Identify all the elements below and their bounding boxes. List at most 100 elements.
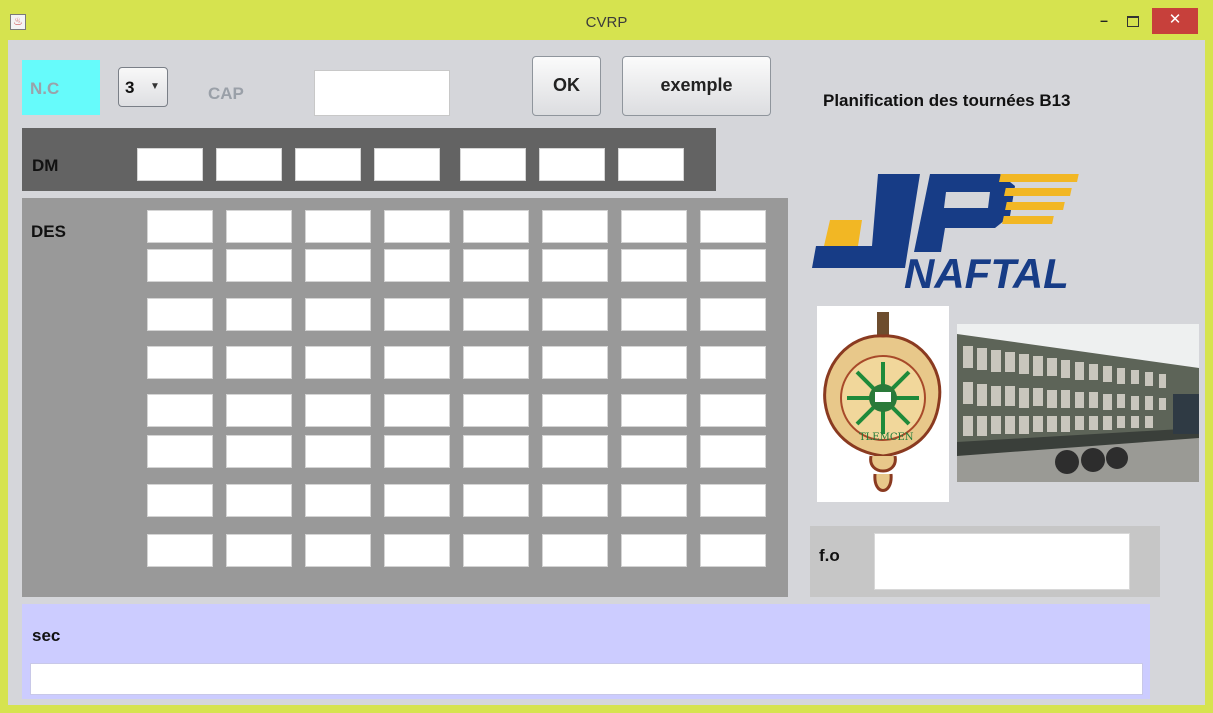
des-matrix-cell[interactable] xyxy=(305,210,371,243)
des-matrix-cell[interactable] xyxy=(621,346,687,379)
des-matrix-cell[interactable] xyxy=(621,484,687,517)
dm-field[interactable] xyxy=(460,148,526,181)
fo-panel: f.o xyxy=(810,526,1160,597)
des-matrix-cell[interactable] xyxy=(542,484,608,517)
ok-button[interactable]: OK xyxy=(532,56,601,116)
des-matrix-cell[interactable] xyxy=(226,210,292,243)
minimize-button[interactable]: – xyxy=(1092,8,1116,34)
des-matrix-cell[interactable] xyxy=(226,298,292,331)
des-matrix-cell[interactable] xyxy=(700,210,766,243)
dm-field[interactable] xyxy=(374,148,440,181)
des-matrix-cell[interactable] xyxy=(384,298,450,331)
naftal-text: NAFTAL xyxy=(904,250,1069,290)
page-title: Planification des tournées B13 xyxy=(823,91,1071,110)
des-matrix-cell[interactable] xyxy=(542,210,608,243)
des-matrix-cell[interactable] xyxy=(305,484,371,517)
des-matrix-cell[interactable] xyxy=(147,394,213,427)
sec-output-field[interactable] xyxy=(30,663,1143,695)
des-panel: DES xyxy=(22,198,788,597)
title-bar[interactable]: ♨ CVRP – ✕ xyxy=(0,0,1213,40)
dm-field[interactable] xyxy=(618,148,684,181)
des-matrix-cell[interactable] xyxy=(147,346,213,379)
des-matrix-cell[interactable] xyxy=(700,534,766,567)
des-matrix-cell[interactable] xyxy=(463,484,529,517)
des-matrix-cell[interactable] xyxy=(463,534,529,567)
maximize-button[interactable] xyxy=(1120,8,1146,34)
des-matrix-cell[interactable] xyxy=(700,394,766,427)
des-matrix-cell[interactable] xyxy=(384,249,450,282)
des-matrix-cell[interactable] xyxy=(305,435,371,468)
des-matrix-cell[interactable] xyxy=(621,249,687,282)
example-button[interactable]: exemple xyxy=(622,56,771,116)
des-matrix-cell[interactable] xyxy=(147,249,213,282)
des-matrix-cell[interactable] xyxy=(226,534,292,567)
des-matrix-cell[interactable] xyxy=(463,435,529,468)
des-matrix-cell[interactable] xyxy=(542,534,608,567)
dm-field[interactable] xyxy=(539,148,605,181)
des-matrix-cell[interactable] xyxy=(463,394,529,427)
dm-field[interactable] xyxy=(295,148,361,181)
des-matrix-cell[interactable] xyxy=(542,346,608,379)
des-label: DES xyxy=(31,222,66,241)
close-button[interactable]: ✕ xyxy=(1152,8,1198,34)
window-title: CVRP xyxy=(585,14,628,31)
des-matrix-cell[interactable] xyxy=(147,298,213,331)
nc-label: N.C xyxy=(22,60,100,115)
des-matrix-cell[interactable] xyxy=(226,346,292,379)
chevron-down-icon: ▼ xyxy=(150,81,160,92)
des-matrix-cell[interactable] xyxy=(700,435,766,468)
seal-text: TLEMCEN xyxy=(859,432,914,443)
fo-output-field[interactable] xyxy=(874,533,1130,590)
des-matrix-cell[interactable] xyxy=(305,534,371,567)
des-matrix-cell[interactable] xyxy=(384,484,450,517)
des-matrix-cell[interactable] xyxy=(226,435,292,468)
dm-field[interactable] xyxy=(137,148,203,181)
des-matrix-cell[interactable] xyxy=(147,484,213,517)
naftal-logo: NAFTAL xyxy=(810,168,1080,297)
des-matrix-cell[interactable] xyxy=(542,435,608,468)
cap-label: CAP xyxy=(208,84,244,103)
des-matrix-cell[interactable] xyxy=(147,210,213,243)
des-matrix-cell[interactable] xyxy=(305,249,371,282)
des-matrix-cell[interactable] xyxy=(463,298,529,331)
des-matrix-cell[interactable] xyxy=(542,298,608,331)
sec-panel: sec xyxy=(22,604,1150,699)
des-matrix-cell[interactable] xyxy=(463,210,529,243)
des-matrix-cell[interactable] xyxy=(384,435,450,468)
des-matrix-cell[interactable] xyxy=(700,249,766,282)
dm-field[interactable] xyxy=(216,148,282,181)
minimize-icon: – xyxy=(1100,12,1108,28)
des-matrix-cell[interactable] xyxy=(542,249,608,282)
des-matrix-cell[interactable] xyxy=(621,435,687,468)
sec-label: sec xyxy=(32,626,61,645)
des-matrix-cell[interactable] xyxy=(463,249,529,282)
des-matrix-cell[interactable] xyxy=(226,484,292,517)
dm-panel: DM xyxy=(22,128,716,191)
des-matrix-cell[interactable] xyxy=(226,249,292,282)
des-matrix-cell[interactable] xyxy=(621,298,687,331)
des-matrix-cell[interactable] xyxy=(226,394,292,427)
des-matrix-cell[interactable] xyxy=(542,394,608,427)
cap-input[interactable] xyxy=(314,70,450,116)
des-matrix-cell[interactable] xyxy=(621,394,687,427)
close-icon: ✕ xyxy=(1168,11,1182,28)
des-matrix-cell[interactable] xyxy=(700,484,766,517)
des-matrix-cell[interactable] xyxy=(305,394,371,427)
gas-cylinder-truck-photo xyxy=(957,324,1199,482)
des-matrix-cell[interactable] xyxy=(463,346,529,379)
des-matrix-cell[interactable] xyxy=(700,346,766,379)
dm-label: DM xyxy=(32,156,59,175)
cvrp-window: ♨ CVRP – ✕ N.C 3 ▼ CAP OK exemple Planif… xyxy=(0,0,1213,713)
des-matrix-cell[interactable] xyxy=(384,210,450,243)
des-matrix-cell[interactable] xyxy=(700,298,766,331)
des-matrix-cell[interactable] xyxy=(147,534,213,567)
des-matrix-cell[interactable] xyxy=(305,298,371,331)
des-matrix-cell[interactable] xyxy=(384,534,450,567)
des-matrix-cell[interactable] xyxy=(621,210,687,243)
des-matrix-cell[interactable] xyxy=(621,534,687,567)
des-matrix-cell[interactable] xyxy=(305,346,371,379)
des-matrix-cell[interactable] xyxy=(384,346,450,379)
des-matrix-cell[interactable] xyxy=(147,435,213,468)
des-matrix-cell[interactable] xyxy=(384,394,450,427)
nc-combo-box[interactable]: 3 ▼ xyxy=(118,67,168,107)
